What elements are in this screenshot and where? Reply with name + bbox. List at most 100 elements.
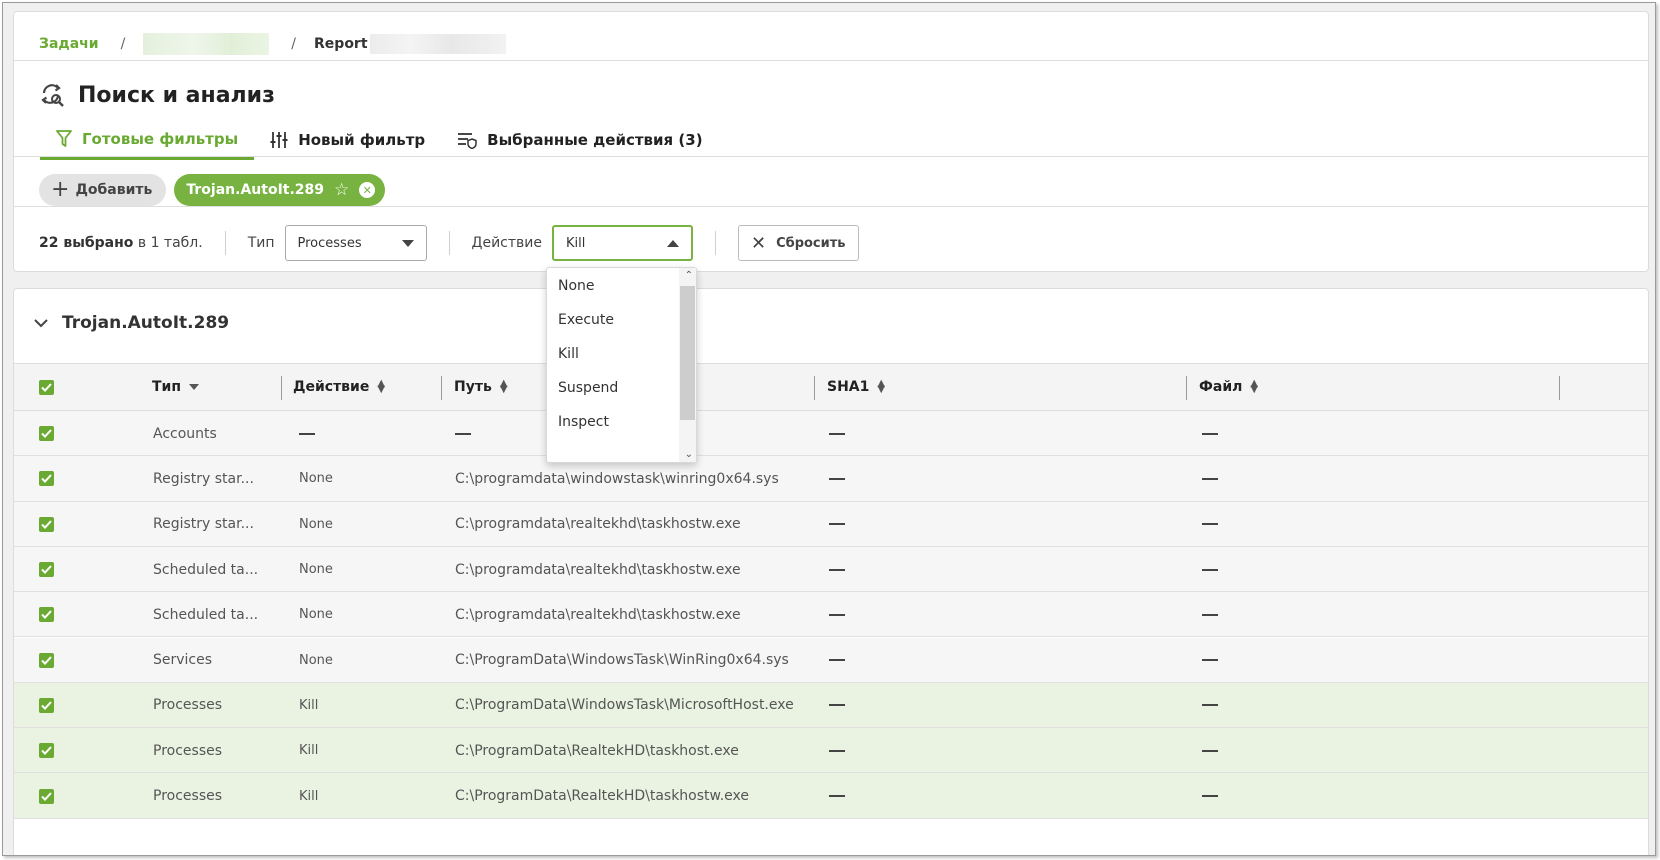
tab-selected-actions[interactable]: Выбранные действия (3) xyxy=(441,120,718,160)
divider xyxy=(714,231,716,255)
cell-type-text: Registry star... xyxy=(153,470,254,487)
checkbox[interactable] xyxy=(39,743,54,759)
checkbox[interactable] xyxy=(39,516,54,532)
check-icon xyxy=(41,655,52,665)
row-checkbox[interactable] xyxy=(39,502,54,547)
tab-label: Выбранные действия (3) xyxy=(487,131,703,149)
tab-label: Новый фильтр xyxy=(298,131,426,149)
column-resizer[interactable] xyxy=(1559,376,1560,400)
row-checkbox[interactable] xyxy=(39,728,54,773)
column-header-sha1[interactable]: SHA1 ▲ ▼ xyxy=(827,364,885,410)
close-icon: ✕ xyxy=(750,232,767,254)
type-select[interactable]: Processes xyxy=(284,225,427,261)
checkbox[interactable] xyxy=(39,697,54,713)
column-resizer[interactable] xyxy=(441,376,442,400)
breadcrumb-root-link[interactable]: Задачи xyxy=(39,36,99,52)
checkbox[interactable] xyxy=(39,379,54,395)
type-label: Тип xyxy=(247,235,275,251)
cell-sha1: — xyxy=(829,683,845,728)
checkbox[interactable] xyxy=(39,788,54,804)
dropdown-option-suspend[interactable]: Suspend xyxy=(558,378,618,398)
column-header-action[interactable]: Действие ▲ ▼ xyxy=(293,364,385,410)
tab-ready-filters[interactable]: Готовые фильтры xyxy=(40,120,255,160)
row-checkbox[interactable] xyxy=(39,547,54,592)
checkbox[interactable] xyxy=(39,426,54,442)
breadcrumb-redacted-text xyxy=(369,34,506,54)
list-shield-icon xyxy=(458,133,477,149)
group-title: Trojan.AutoIt.289 xyxy=(62,313,230,333)
table-row[interactable]: Processes Kill C:\ProgramData\RealtekHD\ta… xyxy=(14,728,1648,774)
chevron-down-icon xyxy=(401,239,414,247)
star-icon[interactable]: ☆ xyxy=(334,180,349,200)
column-resizer[interactable] xyxy=(1186,376,1187,400)
funnel-icon xyxy=(56,129,72,147)
cell-path-text: C:\ProgramData\WindowsTask\WinRing0x64.s… xyxy=(455,652,789,669)
cell-type-text: Registry star... xyxy=(153,516,254,533)
dropdown-option-none[interactable]: None xyxy=(558,276,595,296)
cell-type: Services xyxy=(153,638,212,683)
checkbox[interactable] xyxy=(39,471,54,487)
column-resizer[interactable] xyxy=(814,376,815,400)
row-checkbox[interactable] xyxy=(39,411,54,456)
cell-path: C:\ProgramData\RealtekHD\taskhost.exe xyxy=(455,728,739,773)
empty-dash: — xyxy=(1202,749,1218,752)
row-checkbox[interactable] xyxy=(39,638,54,683)
column-header-type[interactable]: Тип xyxy=(152,364,200,410)
table-row[interactable]: Services None C:\ProgramData\WindowsTask\W… xyxy=(14,637,1648,683)
row-checkbox[interactable] xyxy=(39,683,54,728)
results-table-card: Trojan.AutoIt.289 Тип Действие ▲ ▼ Путь ▲… xyxy=(13,288,1649,855)
filter-chip[interactable]: Trojan.AutoIt.289 ☆ ✕ xyxy=(174,174,386,206)
scroll-up-icon[interactable]: ⌃ xyxy=(685,270,693,281)
row-checkbox[interactable] xyxy=(39,456,54,501)
empty-dash: — xyxy=(829,613,845,616)
table-row[interactable]: Processes Kill C:\ProgramData\WindowsTask\… xyxy=(14,682,1648,729)
cell-sha1: — xyxy=(829,502,845,547)
cell-path: C:\ProgramData\WindowsTask\MicrosoftHost… xyxy=(455,683,794,728)
column-resizer[interactable] xyxy=(281,376,282,400)
column-label: SHA1 xyxy=(827,379,870,395)
chevron-up-icon xyxy=(666,239,679,247)
action-select[interactable]: Kill xyxy=(551,225,693,261)
checkbox[interactable] xyxy=(39,652,54,668)
empty-dash: — xyxy=(455,432,471,435)
selected-count-value: 22 выбрано xyxy=(39,235,134,251)
plus-icon: + xyxy=(51,177,70,202)
table-row[interactable]: Registry star... None C:\programdata\realt… xyxy=(14,501,1648,547)
scroll-down-icon[interactable]: ⌄ xyxy=(685,449,693,460)
reset-button[interactable]: ✕ Сбросить xyxy=(737,225,859,261)
action-dropdown-menu: None Execute Kill Suspend Inspect ⌃ ⌄ xyxy=(546,267,697,463)
group-header[interactable]: Trojan.AutoIt.289 xyxy=(34,309,229,337)
table-row[interactable]: Accounts — — — — xyxy=(14,411,1648,457)
column-header-file[interactable]: Файл ▲ ▼ xyxy=(1199,364,1258,410)
select-all-checkbox[interactable] xyxy=(39,364,54,410)
column-header-path[interactable]: Путь ▲ ▼ xyxy=(454,364,508,410)
cell-path: C:\programdata\windowstask\winring0x64.s… xyxy=(455,456,779,501)
row-checkbox[interactable] xyxy=(39,592,54,637)
dropdown-scrollbar[interactable]: ⌃ ⌄ xyxy=(679,268,696,462)
tab-new-filter[interactable]: Новый фильтр xyxy=(254,120,441,160)
sort-desc-icon xyxy=(189,384,200,390)
dropdown-option-execute[interactable]: Execute xyxy=(558,310,614,330)
dropdown-option-inspect[interactable]: Inspect xyxy=(558,412,609,432)
add-filter-button[interactable]: + Добавить xyxy=(39,174,167,206)
empty-dash: — xyxy=(1202,568,1218,571)
table-header: Тип Действие ▲ ▼ Путь ▲ ▼ SHA1 ▲ ▼ Файл ▲ ▼ xyxy=(14,363,1648,411)
scrollbar-thumb[interactable] xyxy=(680,286,695,420)
cell-type-text: Scheduled ta... xyxy=(153,561,259,578)
dropdown-option-kill[interactable]: Kill xyxy=(558,344,579,364)
cell-file: — xyxy=(1202,502,1218,547)
cell-action: Kill xyxy=(299,683,318,728)
close-icon[interactable]: ✕ xyxy=(359,182,376,198)
table-row[interactable]: Scheduled ta... None C:\programdata\realte… xyxy=(14,592,1648,638)
table-row[interactable]: Scheduled ta... None C:\programdata\realte… xyxy=(14,546,1648,593)
checkbox[interactable] xyxy=(39,607,54,623)
cell-action-text: None xyxy=(299,471,333,487)
chevron-down-icon[interactable] xyxy=(34,318,48,328)
table-row[interactable]: Processes Kill C:\ProgramData\RealtekHD\ta… xyxy=(14,773,1648,819)
column-label: Путь xyxy=(454,379,492,395)
checkbox[interactable] xyxy=(39,562,54,578)
cell-file: — xyxy=(1202,592,1218,637)
breadcrumb-redacted-link[interactable] xyxy=(143,33,270,55)
table-row[interactable]: Registry star... None C:\programdata\windo… xyxy=(14,456,1648,502)
row-checkbox[interactable] xyxy=(39,773,54,818)
